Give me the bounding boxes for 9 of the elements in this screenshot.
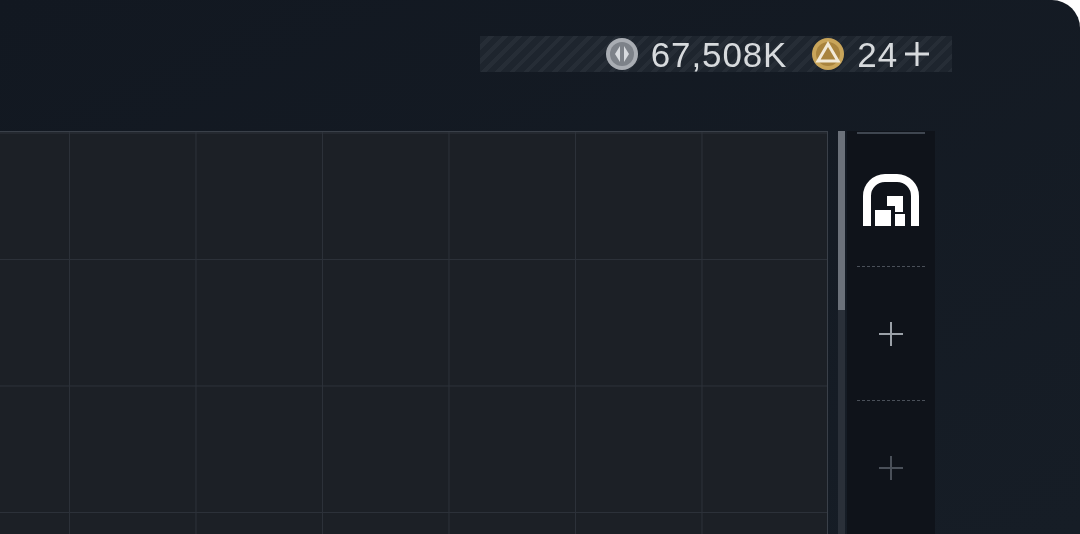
coin-icon [811, 37, 846, 71]
add-icon[interactable] [904, 41, 930, 67]
add-slot-icon[interactable] [879, 321, 903, 346]
currency-amount: 67,508K [650, 36, 788, 72]
storage-icon[interactable] [863, 174, 919, 226]
currency-amount: 24 [857, 36, 898, 72]
coin-icon [604, 37, 639, 71]
scrollbar-thumb[interactable] [838, 131, 845, 310]
scrollbar-track[interactable] [838, 131, 845, 534]
